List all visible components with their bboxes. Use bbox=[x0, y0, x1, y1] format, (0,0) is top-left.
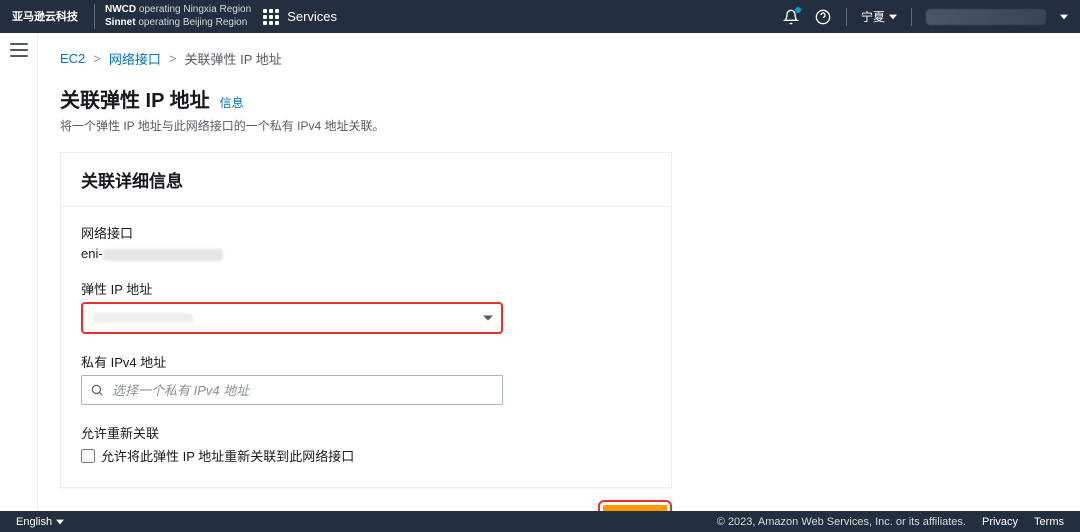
pip-input[interactable] bbox=[112, 383, 492, 398]
action-row: 取消 关联 bbox=[60, 488, 672, 511]
breadcrumb: EC2 > 网络接口 > 关联弹性 IP 地址 bbox=[60, 49, 1058, 68]
brand-operators: NWCD operating Ningxia Region Sinnet ope… bbox=[94, 4, 251, 29]
brand-cn-text: 亚马逊云科技 bbox=[12, 11, 78, 23]
page-subtitle: 将一个弹性 IP 地址与此网络接口的一个私有 IPv4 地址关联。 bbox=[60, 117, 1058, 134]
side-collapse-col bbox=[0, 33, 38, 511]
services-menu[interactable]: Services bbox=[263, 9, 337, 25]
field-network-interface: 网络接口 eni- bbox=[81, 223, 651, 261]
chevron-down-icon bbox=[1060, 13, 1068, 21]
privacy-link[interactable]: Privacy bbox=[982, 516, 1018, 528]
details-panel: 关联详细信息 网络接口 eni- 弹性 IP 地址 私有 IPv4 bbox=[60, 152, 672, 488]
hamburger-icon[interactable] bbox=[10, 43, 28, 57]
redacted-selected-value bbox=[93, 313, 193, 323]
chevron-down-icon bbox=[56, 518, 64, 526]
account-menu[interactable] bbox=[926, 9, 1046, 25]
services-label: Services bbox=[287, 9, 337, 24]
top-nav-right: 宁夏 bbox=[782, 8, 1068, 26]
info-link[interactable]: 信息 bbox=[220, 94, 244, 111]
services-grid-icon bbox=[263, 9, 279, 25]
chevron-down-icon bbox=[889, 13, 897, 21]
main-row: EC2 > 网络接口 > 关联弹性 IP 地址 关联弹性 IP 地址 信息 将一… bbox=[0, 33, 1080, 511]
associate-highlight: 关联 bbox=[598, 500, 672, 511]
field-allow-reassociation: 允许重新关联 允许将此弹性 IP 地址重新关联到此网络接口 bbox=[81, 423, 651, 465]
reassoc-label: 允许重新关联 bbox=[81, 423, 651, 442]
field-private-ipv4: 私有 IPv4 地址 bbox=[81, 352, 651, 405]
notifications-icon[interactable] bbox=[782, 8, 800, 26]
ni-label: 网络接口 bbox=[81, 223, 651, 242]
ni-value: eni- bbox=[81, 246, 651, 261]
pip-input-wrap[interactable] bbox=[81, 375, 503, 405]
reassoc-cb-label: 允许将此弹性 IP 地址重新关联到此网络接口 bbox=[101, 446, 354, 465]
reassoc-checkbox-row[interactable]: 允许将此弹性 IP 地址重新关联到此网络接口 bbox=[81, 446, 651, 465]
nav-separator bbox=[846, 8, 847, 26]
field-elastic-ip: 弹性 IP 地址 bbox=[81, 279, 651, 334]
brand-logo: 亚马逊云科技 bbox=[12, 11, 78, 23]
breadcrumb-ec2[interactable]: EC2 bbox=[60, 51, 85, 66]
help-icon[interactable] bbox=[814, 8, 832, 26]
reassoc-checkbox[interactable] bbox=[81, 449, 95, 463]
panel-heading: 关联详细信息 bbox=[61, 153, 671, 207]
nav-separator bbox=[911, 8, 912, 26]
notification-dot-icon bbox=[795, 7, 801, 13]
eip-select[interactable] bbox=[81, 302, 503, 334]
copyright-text: © 2023, Amazon Web Services, Inc. or its… bbox=[717, 516, 966, 528]
breadcrumb-sep: > bbox=[169, 51, 177, 66]
breadcrumb-sep: > bbox=[93, 51, 101, 66]
footer: English © 2023, Amazon Web Services, Inc… bbox=[0, 511, 1080, 532]
search-icon bbox=[90, 383, 104, 397]
panel-body: 网络接口 eni- 弹性 IP 地址 私有 IPv4 地址 bbox=[61, 207, 671, 487]
chevron-down-icon bbox=[483, 316, 493, 321]
breadcrumb-interfaces[interactable]: 网络接口 bbox=[109, 49, 161, 68]
language-label: English bbox=[16, 516, 52, 528]
breadcrumb-current: 关联弹性 IP 地址 bbox=[185, 49, 282, 68]
page-title: 关联弹性 IP 地址 bbox=[60, 84, 210, 113]
terms-link[interactable]: Terms bbox=[1034, 516, 1064, 528]
top-nav: 亚马逊云科技 NWCD operating Ningxia Region Sin… bbox=[0, 0, 1080, 33]
page-header: 关联弹性 IP 地址 信息 bbox=[60, 84, 1058, 113]
region-label: 宁夏 bbox=[861, 8, 885, 25]
cancel-button[interactable]: 取消 bbox=[544, 500, 590, 511]
region-selector[interactable]: 宁夏 bbox=[861, 8, 897, 25]
page-content: EC2 > 网络接口 > 关联弹性 IP 地址 关联弹性 IP 地址 信息 将一… bbox=[38, 33, 1080, 511]
pip-label: 私有 IPv4 地址 bbox=[81, 352, 651, 371]
eip-label: 弹性 IP 地址 bbox=[81, 279, 651, 298]
redacted-value bbox=[103, 249, 223, 261]
language-selector[interactable]: English bbox=[16, 516, 64, 528]
